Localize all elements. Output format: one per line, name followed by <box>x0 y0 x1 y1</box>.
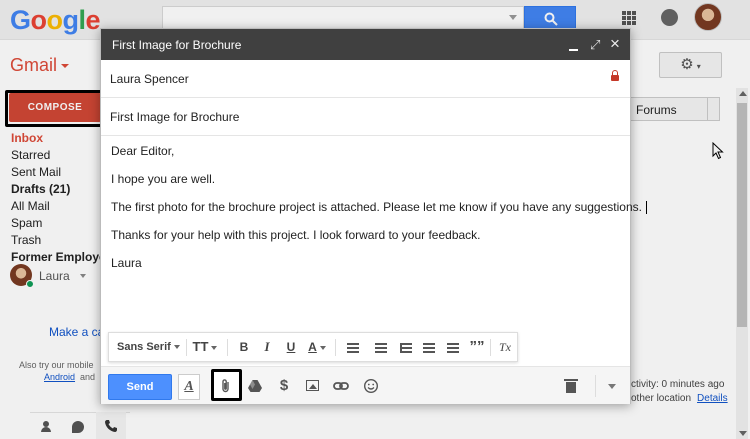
toolbar-divider <box>595 375 596 397</box>
emoji-icon[interactable] <box>363 378 379 394</box>
subject-field[interactable]: First Image for Brochure <box>101 98 630 136</box>
popout-icon[interactable]: ⤢ <box>590 37 600 53</box>
body-line-text: The first photo for the brochure project… <box>111 200 642 214</box>
align-button[interactable] <box>343 333 363 378</box>
indent-more-icon <box>447 342 459 353</box>
toolbar-divider <box>227 339 228 356</box>
body-line: Thanks for your help with this project. … <box>111 228 481 243</box>
formatting-options-icon[interactable]: A <box>178 374 200 400</box>
compose-title: First Image for Brochure <box>112 38 242 52</box>
italic-button[interactable]: I <box>260 333 274 361</box>
chevron-down-icon <box>211 345 218 350</box>
bulleted-list-button[interactable] <box>398 333 414 361</box>
compose-title-bar[interactable]: First Image for Brochure ⤢ × <box>101 29 630 60</box>
compose-window: First Image for Brochure ⤢ × Laura Spenc… <box>100 28 647 404</box>
numbered-list-button[interactable] <box>373 333 389 361</box>
message-body[interactable]: Dear Editor, I hope you are well. The fi… <box>111 144 647 284</box>
text-cursor <box>645 201 647 215</box>
numbered-list-icon <box>375 342 387 353</box>
body-line: Laura <box>111 256 142 271</box>
trash-icon[interactable] <box>563 378 579 394</box>
toolbar-divider <box>335 339 336 356</box>
font-size-button[interactable]: TT <box>192 333 218 361</box>
formatting-toolbar: Sans Serif TT B I U A ”” Tx <box>108 332 518 378</box>
money-icon[interactable]: $ <box>276 378 292 394</box>
drive-icon[interactable] <box>247 378 263 394</box>
indent-less-button[interactable] <box>421 333 437 361</box>
close-icon[interactable]: × <box>610 34 620 54</box>
photo-icon[interactable] <box>305 378 321 394</box>
link-icon[interactable] <box>333 378 349 394</box>
recipients-field[interactable]: Laura Spencer <box>101 60 630 98</box>
chevron-down-icon <box>173 345 180 350</box>
attach-icon[interactable] <box>218 378 234 394</box>
toolbar-divider <box>490 339 491 356</box>
quote-button[interactable]: ”” <box>469 333 485 361</box>
text-color-button[interactable]: A <box>307 333 327 361</box>
body-line: Dear Editor, <box>111 144 175 158</box>
lock-icon <box>611 70 619 82</box>
subject-value: First Image for Brochure <box>110 110 240 124</box>
indent-more-button[interactable] <box>445 333 461 361</box>
underline-button[interactable]: U <box>284 333 298 361</box>
toolbar-divider <box>186 339 187 356</box>
body-line: I hope you are well. <box>111 172 216 186</box>
compose-footer: Send A $ <box>101 366 630 404</box>
remove-formatting-button[interactable]: Tx <box>497 333 513 361</box>
send-button[interactable]: Send <box>108 374 172 400</box>
align-left-icon <box>347 342 359 353</box>
font-family-select[interactable]: Sans Serif <box>117 333 183 361</box>
bold-button[interactable]: B <box>237 333 251 361</box>
bulleted-list-icon <box>400 342 412 353</box>
body-line: The first photo for the brochure project… <box>111 200 647 215</box>
more-options-icon[interactable] <box>604 378 620 394</box>
indent-less-icon <box>423 342 435 353</box>
chevron-down-icon <box>319 345 326 350</box>
recipient-chip[interactable]: Laura Spencer <box>110 72 189 86</box>
minimize-icon[interactable] <box>569 49 578 51</box>
